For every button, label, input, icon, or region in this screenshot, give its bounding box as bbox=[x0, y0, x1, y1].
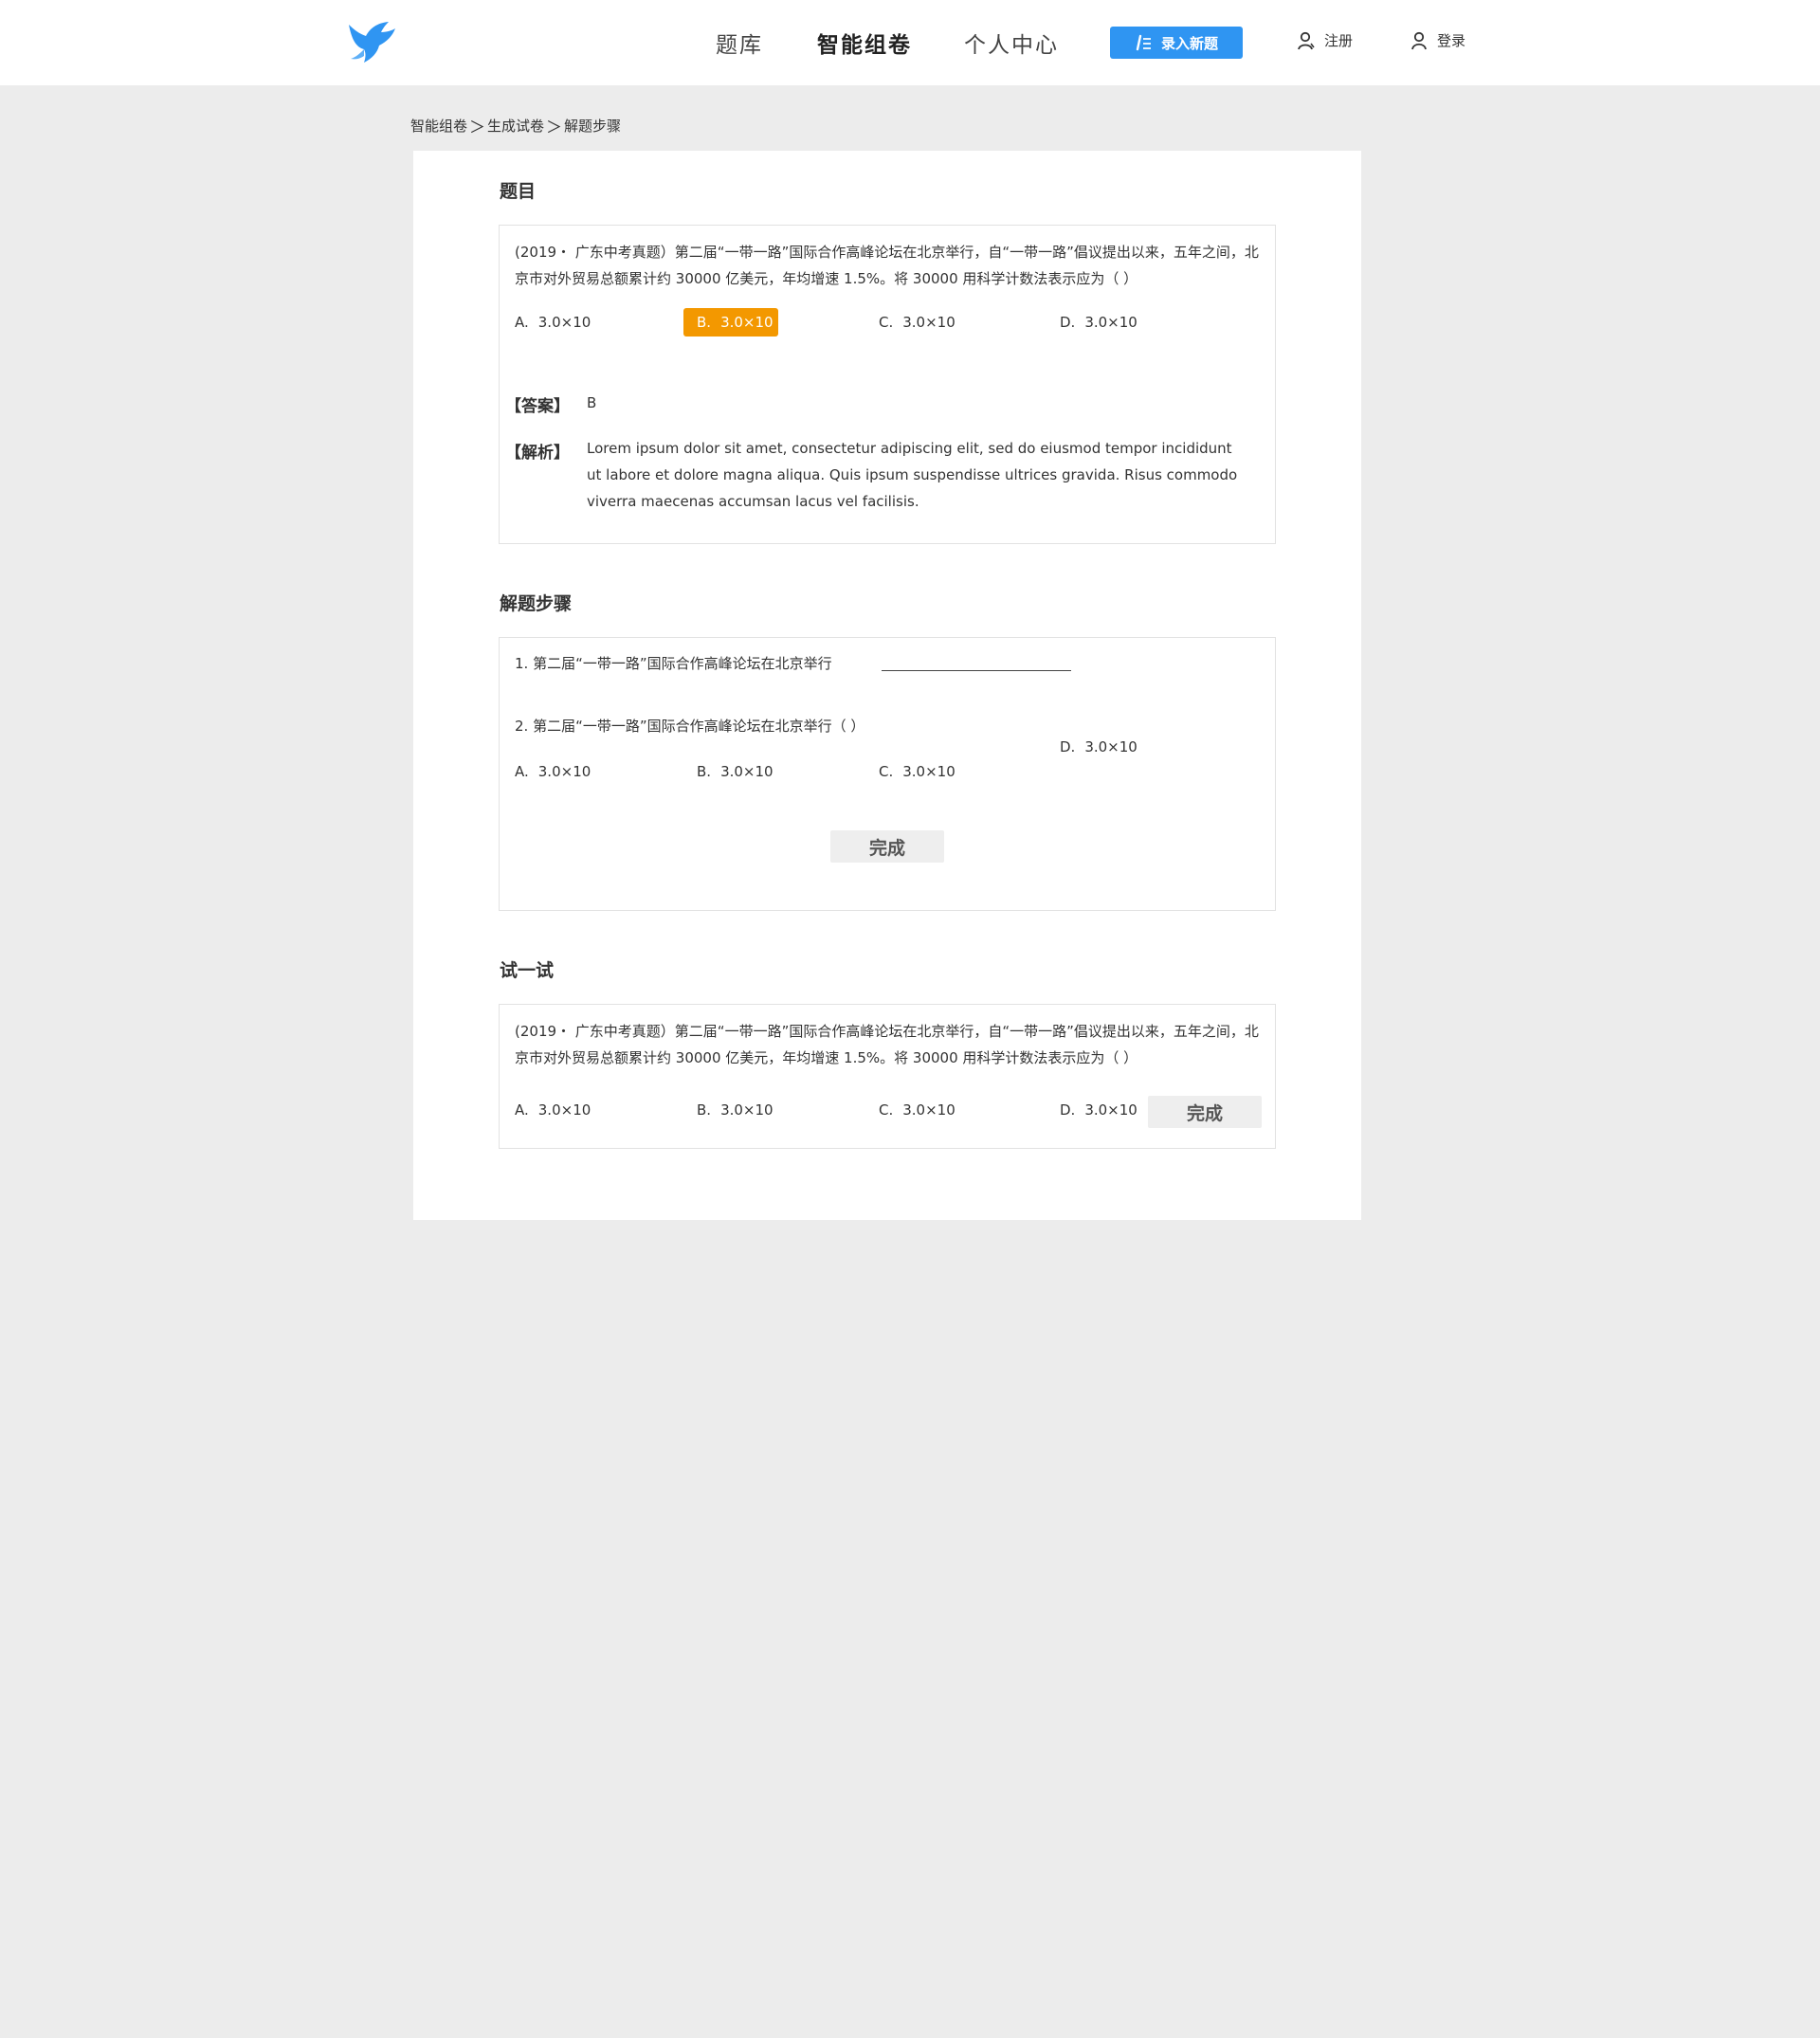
analysis-text: Lorem ipsum dolor sit amet, consectetur … bbox=[587, 440, 1238, 510]
try-option-b[interactable]: B. 3.0×10 bbox=[697, 1096, 774, 1124]
top-header: 题库 智能组卷 个人中心 录入新题 注册 登录 bbox=[0, 0, 1820, 85]
option-value: 3.0×10 bbox=[1084, 738, 1138, 755]
option-value: 3.0×10 bbox=[902, 763, 956, 780]
option-letter: B. bbox=[697, 314, 712, 331]
question-section-title: 题目 bbox=[500, 181, 537, 202]
nav-personal-center[interactable]: 个人中心 bbox=[964, 27, 1059, 59]
breadcrumb-item-solution-steps: 解题步骤 bbox=[564, 118, 622, 135]
steps-done-button[interactable]: 完成 bbox=[830, 830, 944, 863]
answer-value: B bbox=[587, 394, 597, 411]
option-letter: B. bbox=[697, 1101, 712, 1119]
option-letter: B. bbox=[697, 763, 712, 780]
try-done-button[interactable]: 完成 bbox=[1148, 1096, 1262, 1128]
edit-list-icon bbox=[1136, 34, 1151, 51]
option-letter: A. bbox=[515, 763, 529, 780]
step-2-text: 2. 第二届“一带一路”国际合作高峰论坛在北京举行（ ） bbox=[515, 718, 865, 735]
option-letter: C. bbox=[879, 314, 894, 331]
analysis-label: 【解析】 bbox=[505, 444, 570, 463]
step-1-answer-blank[interactable] bbox=[882, 670, 1071, 671]
question-option-d[interactable]: D. 3.0×10 bbox=[1060, 308, 1138, 337]
step-1-text: 1. 第二届“一带一路”国际合作高峰论坛在北京举行 bbox=[515, 655, 832, 672]
nav-smart-paper[interactable]: 智能组卷 bbox=[817, 27, 912, 59]
breadcrumb: 智能组卷 ＞ 生成试卷 ＞ 解题步骤 bbox=[410, 114, 621, 137]
register-link[interactable]: 注册 bbox=[1298, 30, 1353, 50]
user-icon bbox=[1411, 31, 1427, 49]
option-letter: C. bbox=[879, 763, 894, 780]
breadcrumb-separator: ＞ bbox=[546, 118, 563, 137]
option-letter: A. bbox=[515, 1101, 529, 1119]
step-option-b[interactable]: B. 3.0×10 bbox=[697, 757, 774, 786]
question-option-a[interactable]: A. 3.0×10 bbox=[515, 308, 591, 337]
user-add-icon bbox=[1298, 31, 1315, 49]
steps-box: 1. 第二届“一带一路”国际合作高峰论坛在北京举行 2. 第二届“一带一路”国际… bbox=[499, 637, 1276, 911]
breadcrumb-item-smart-paper[interactable]: 智能组卷 bbox=[410, 116, 467, 136]
try-question-text: (2019・ 广东中考真题）第二届“一带一路”国际合作高峰论坛在北京举行，自“一… bbox=[515, 1023, 1259, 1066]
steps-section-title: 解题步骤 bbox=[500, 593, 573, 614]
option-letter: D. bbox=[1060, 1101, 1076, 1119]
nav-question-bank[interactable]: 题库 bbox=[716, 27, 763, 59]
option-letter: A. bbox=[515, 314, 529, 331]
option-letter: D. bbox=[1060, 738, 1076, 755]
breadcrumb-item-generate-paper[interactable]: 生成试卷 bbox=[487, 116, 544, 136]
bird-logo-icon[interactable] bbox=[347, 21, 396, 64]
question-option-b-selected[interactable]: B. 3.0×10 bbox=[683, 308, 778, 337]
question-box: (2019・ 广东中考真题）第二届“一带一路”国际合作高峰论坛在北京举行，自“一… bbox=[499, 225, 1276, 544]
option-value: 3.0×10 bbox=[537, 314, 592, 331]
try-section-title: 试一试 bbox=[500, 960, 555, 981]
try-option-a[interactable]: A. 3.0×10 bbox=[515, 1096, 591, 1124]
step-option-c[interactable]: C. 3.0×10 bbox=[879, 757, 956, 786]
question-option-c[interactable]: C. 3.0×10 bbox=[879, 308, 956, 337]
question-text: (2019・ 广东中考真题）第二届“一带一路”国际合作高峰论坛在北京举行，自“一… bbox=[515, 244, 1259, 287]
option-value: 3.0×10 bbox=[720, 763, 774, 780]
add-question-label: 录入新题 bbox=[1160, 34, 1218, 52]
login-label: 登录 bbox=[1437, 32, 1466, 49]
login-link[interactable]: 登录 bbox=[1410, 30, 1465, 50]
option-value: 3.0×10 bbox=[720, 1101, 774, 1119]
step-option-d[interactable]: D. 3.0×10 bbox=[1060, 733, 1138, 761]
option-value: 3.0×10 bbox=[720, 314, 774, 331]
option-letter: C. bbox=[879, 1101, 894, 1119]
option-letter: D. bbox=[1060, 314, 1076, 331]
register-label: 注册 bbox=[1324, 32, 1354, 49]
option-value: 3.0×10 bbox=[1084, 1101, 1138, 1119]
try-option-c[interactable]: C. 3.0×10 bbox=[879, 1096, 956, 1124]
step-option-a[interactable]: A. 3.0×10 bbox=[515, 757, 591, 786]
option-value: 3.0×10 bbox=[902, 314, 956, 331]
add-question-button[interactable]: 录入新题 bbox=[1110, 27, 1243, 59]
try-option-d[interactable]: D. 3.0×10 bbox=[1060, 1096, 1138, 1124]
main-card: 题目 (2019・ 广东中考真题）第二届“一带一路”国际合作高峰论坛在北京举行，… bbox=[413, 151, 1361, 1220]
option-value: 3.0×10 bbox=[1084, 314, 1138, 331]
breadcrumb-separator: ＞ bbox=[469, 118, 486, 137]
try-box: (2019・ 广东中考真题）第二届“一带一路”国际合作高峰论坛在北京举行，自“一… bbox=[499, 1004, 1276, 1149]
option-value: 3.0×10 bbox=[537, 1101, 592, 1119]
option-value: 3.0×10 bbox=[537, 763, 592, 780]
option-value: 3.0×10 bbox=[902, 1101, 956, 1119]
answer-label: 【答案】 bbox=[505, 397, 570, 416]
